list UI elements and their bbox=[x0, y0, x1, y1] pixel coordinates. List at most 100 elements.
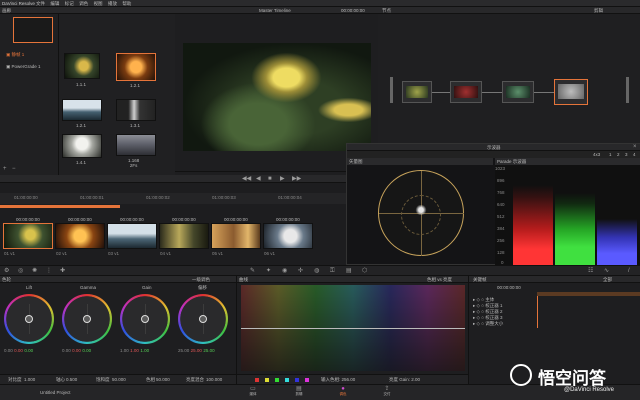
scope-count[interactable]: 4 bbox=[633, 152, 636, 157]
wheel-value[interactable]: 0.00 bbox=[72, 348, 81, 353]
still-thumb[interactable] bbox=[116, 134, 156, 156]
color-match-icon[interactable]: ◎ bbox=[18, 268, 23, 274]
link-icon[interactable]: ∿ bbox=[604, 268, 609, 274]
menu-edit[interactable]: 编辑 bbox=[50, 1, 59, 6]
menu-playback[interactable]: 播放 bbox=[108, 1, 117, 6]
keyframes-filter[interactable]: 全部 bbox=[603, 277, 612, 283]
timeline-clip[interactable] bbox=[107, 223, 157, 249]
tab-media[interactable]: ▭ 媒体 bbox=[246, 386, 260, 397]
play-reverse-icon[interactable]: ◀ bbox=[256, 176, 261, 182]
color-wheels-panel: 色轮 一级调色 Lift Gamma Gain 偏移 0.00 0.00 0.0… bbox=[0, 276, 236, 384]
pen-icon[interactable]: / bbox=[628, 268, 630, 274]
timeline-clip[interactable] bbox=[159, 223, 209, 249]
color-wheels-icon[interactable]: ✺ bbox=[32, 268, 37, 274]
gamma-wheel[interactable] bbox=[62, 294, 112, 344]
timeline-clip[interactable] bbox=[263, 223, 313, 249]
scope-count[interactable]: 3 bbox=[625, 152, 628, 157]
menu-mark[interactable]: 标记 bbox=[65, 1, 74, 6]
tab-edit[interactable]: ▤ 剪辑 bbox=[292, 386, 306, 397]
blur-icon[interactable]: ◍ bbox=[314, 268, 319, 274]
prev-icon[interactable]: ◀◀ bbox=[242, 176, 251, 182]
tracker-icon[interactable]: ✢ bbox=[298, 268, 303, 274]
timeline-clip-selected[interactable] bbox=[3, 223, 53, 249]
still-thumb[interactable] bbox=[64, 53, 100, 79]
wheel-value[interactable]: 1.00 bbox=[140, 348, 149, 353]
swatch-blue[interactable] bbox=[295, 378, 299, 382]
timeline-clip[interactable] bbox=[55, 223, 105, 249]
node[interactable] bbox=[502, 81, 534, 103]
still-thumb-selected[interactable] bbox=[116, 53, 156, 81]
swatch-green[interactable] bbox=[275, 378, 279, 382]
key-icon[interactable]: ⚿ bbox=[330, 268, 335, 274]
stop-icon[interactable]: ■ bbox=[268, 176, 272, 182]
scope-mode[interactable]: 4x3 bbox=[593, 152, 600, 157]
wheel-value[interactable]: 0.00 bbox=[4, 348, 13, 353]
settings-icon[interactable]: ☷ bbox=[588, 268, 593, 274]
tab-color[interactable]: ● 调色 bbox=[336, 386, 350, 397]
camera-raw-icon[interactable]: ⚙ bbox=[4, 268, 9, 274]
3d-icon[interactable]: ⬡ bbox=[362, 268, 367, 274]
menu-color[interactable]: 调色 bbox=[79, 1, 88, 6]
param-value[interactable]: 100.000 bbox=[206, 377, 222, 382]
ruler-tick: 01:00:00:04 bbox=[278, 195, 302, 200]
album-stills[interactable]: ▣ 静帧 1 bbox=[6, 52, 41, 58]
keyframe-row[interactable]: ▸ ◇ ○ 调整大小 bbox=[473, 321, 503, 327]
qualifier-icon[interactable]: ✦ bbox=[266, 268, 271, 274]
node[interactable] bbox=[450, 81, 482, 103]
swatch-yellow[interactable] bbox=[265, 378, 269, 382]
still-preview[interactable] bbox=[13, 17, 53, 43]
wheel-value[interactable]: 25.00 bbox=[178, 348, 189, 353]
wheel-value[interactable]: 25.00 bbox=[203, 348, 214, 353]
menu-view[interactable]: 视图 bbox=[94, 1, 103, 6]
next-icon[interactable]: ▶▶ bbox=[292, 176, 301, 182]
remove-icon[interactable]: − bbox=[12, 166, 16, 172]
gain-wheel[interactable] bbox=[120, 294, 170, 344]
motion-icon[interactable]: ✚ bbox=[60, 268, 65, 274]
curves-icon[interactable]: ✎ bbox=[250, 268, 255, 274]
album-powergrade[interactable]: ▣ PowerGrade 1 bbox=[6, 64, 41, 70]
lift-wheel[interactable] bbox=[4, 294, 54, 344]
wheel-value[interactable]: 0.00 bbox=[62, 348, 71, 353]
scope-count[interactable]: 1 bbox=[609, 152, 612, 157]
curves-footer: 输入色相: 256.00 亮度 Gain: 2.00 bbox=[237, 374, 469, 384]
clip-track: 06 v1 bbox=[264, 251, 276, 256]
window-icon[interactable]: ◉ bbox=[282, 268, 287, 274]
add-icon[interactable]: + bbox=[3, 166, 7, 172]
play-icon[interactable]: ▶ bbox=[280, 176, 285, 182]
swatch-red[interactable] bbox=[255, 378, 259, 382]
wheel-value[interactable]: 0.00 bbox=[14, 348, 23, 353]
wheel-value[interactable]: 25.00 bbox=[191, 348, 202, 353]
close-icon[interactable]: × bbox=[633, 144, 637, 150]
menu-help[interactable]: 帮助 bbox=[122, 1, 131, 6]
still-thumb[interactable] bbox=[116, 99, 156, 121]
curves-gain: 亮度 Gain: 2.00 bbox=[389, 377, 421, 382]
timeline-ruler[interactable]: 01:00:00:00 01:00:00:01 01:00:00:02 01:0… bbox=[0, 193, 346, 204]
still-thumb[interactable] bbox=[62, 134, 102, 158]
wheel-value[interactable]: 1.00 bbox=[120, 348, 129, 353]
wheel-value[interactable]: 0.00 bbox=[24, 348, 33, 353]
curves-graph[interactable] bbox=[241, 285, 465, 371]
node[interactable] bbox=[402, 81, 432, 103]
tab-deliver[interactable]: ⇪ 交付 bbox=[380, 386, 394, 397]
offset-wheel[interactable] bbox=[178, 294, 228, 344]
parade-y-tick: 512 bbox=[497, 214, 505, 219]
swatch-cyan[interactable] bbox=[285, 378, 289, 382]
curves-mode[interactable]: 色相 vs 亮度 bbox=[427, 277, 452, 283]
swatch-magenta[interactable] bbox=[305, 378, 309, 382]
timeline-panel: ◀◀ ◀ ■ ▶ ▶▶ 01:00:00:00 01:00:00:01 01:0… bbox=[0, 175, 346, 265]
param-value[interactable]: 50.000 bbox=[156, 377, 170, 382]
wheel-value[interactable]: 0.00 bbox=[82, 348, 91, 353]
menu-file[interactable]: 文件 bbox=[36, 1, 45, 6]
wheel-value[interactable]: 1.00 bbox=[130, 348, 139, 353]
sizing-icon[interactable]: ▤ bbox=[346, 268, 352, 274]
wheels-mode[interactable]: 一级调色 bbox=[192, 277, 210, 283]
parade-label-bar: Parade 示波器 bbox=[495, 158, 640, 165]
rgb-mixer-icon[interactable]: ⋮ bbox=[46, 268, 52, 274]
param-value[interactable]: 1.000 bbox=[24, 377, 35, 382]
param-value[interactable]: 50.000 bbox=[112, 377, 126, 382]
param-value[interactable]: 0.500 bbox=[66, 377, 77, 382]
scope-count[interactable]: 2 bbox=[617, 152, 620, 157]
node-selected[interactable] bbox=[554, 79, 588, 105]
timeline-clip[interactable] bbox=[211, 223, 261, 249]
still-thumb[interactable] bbox=[62, 99, 102, 121]
